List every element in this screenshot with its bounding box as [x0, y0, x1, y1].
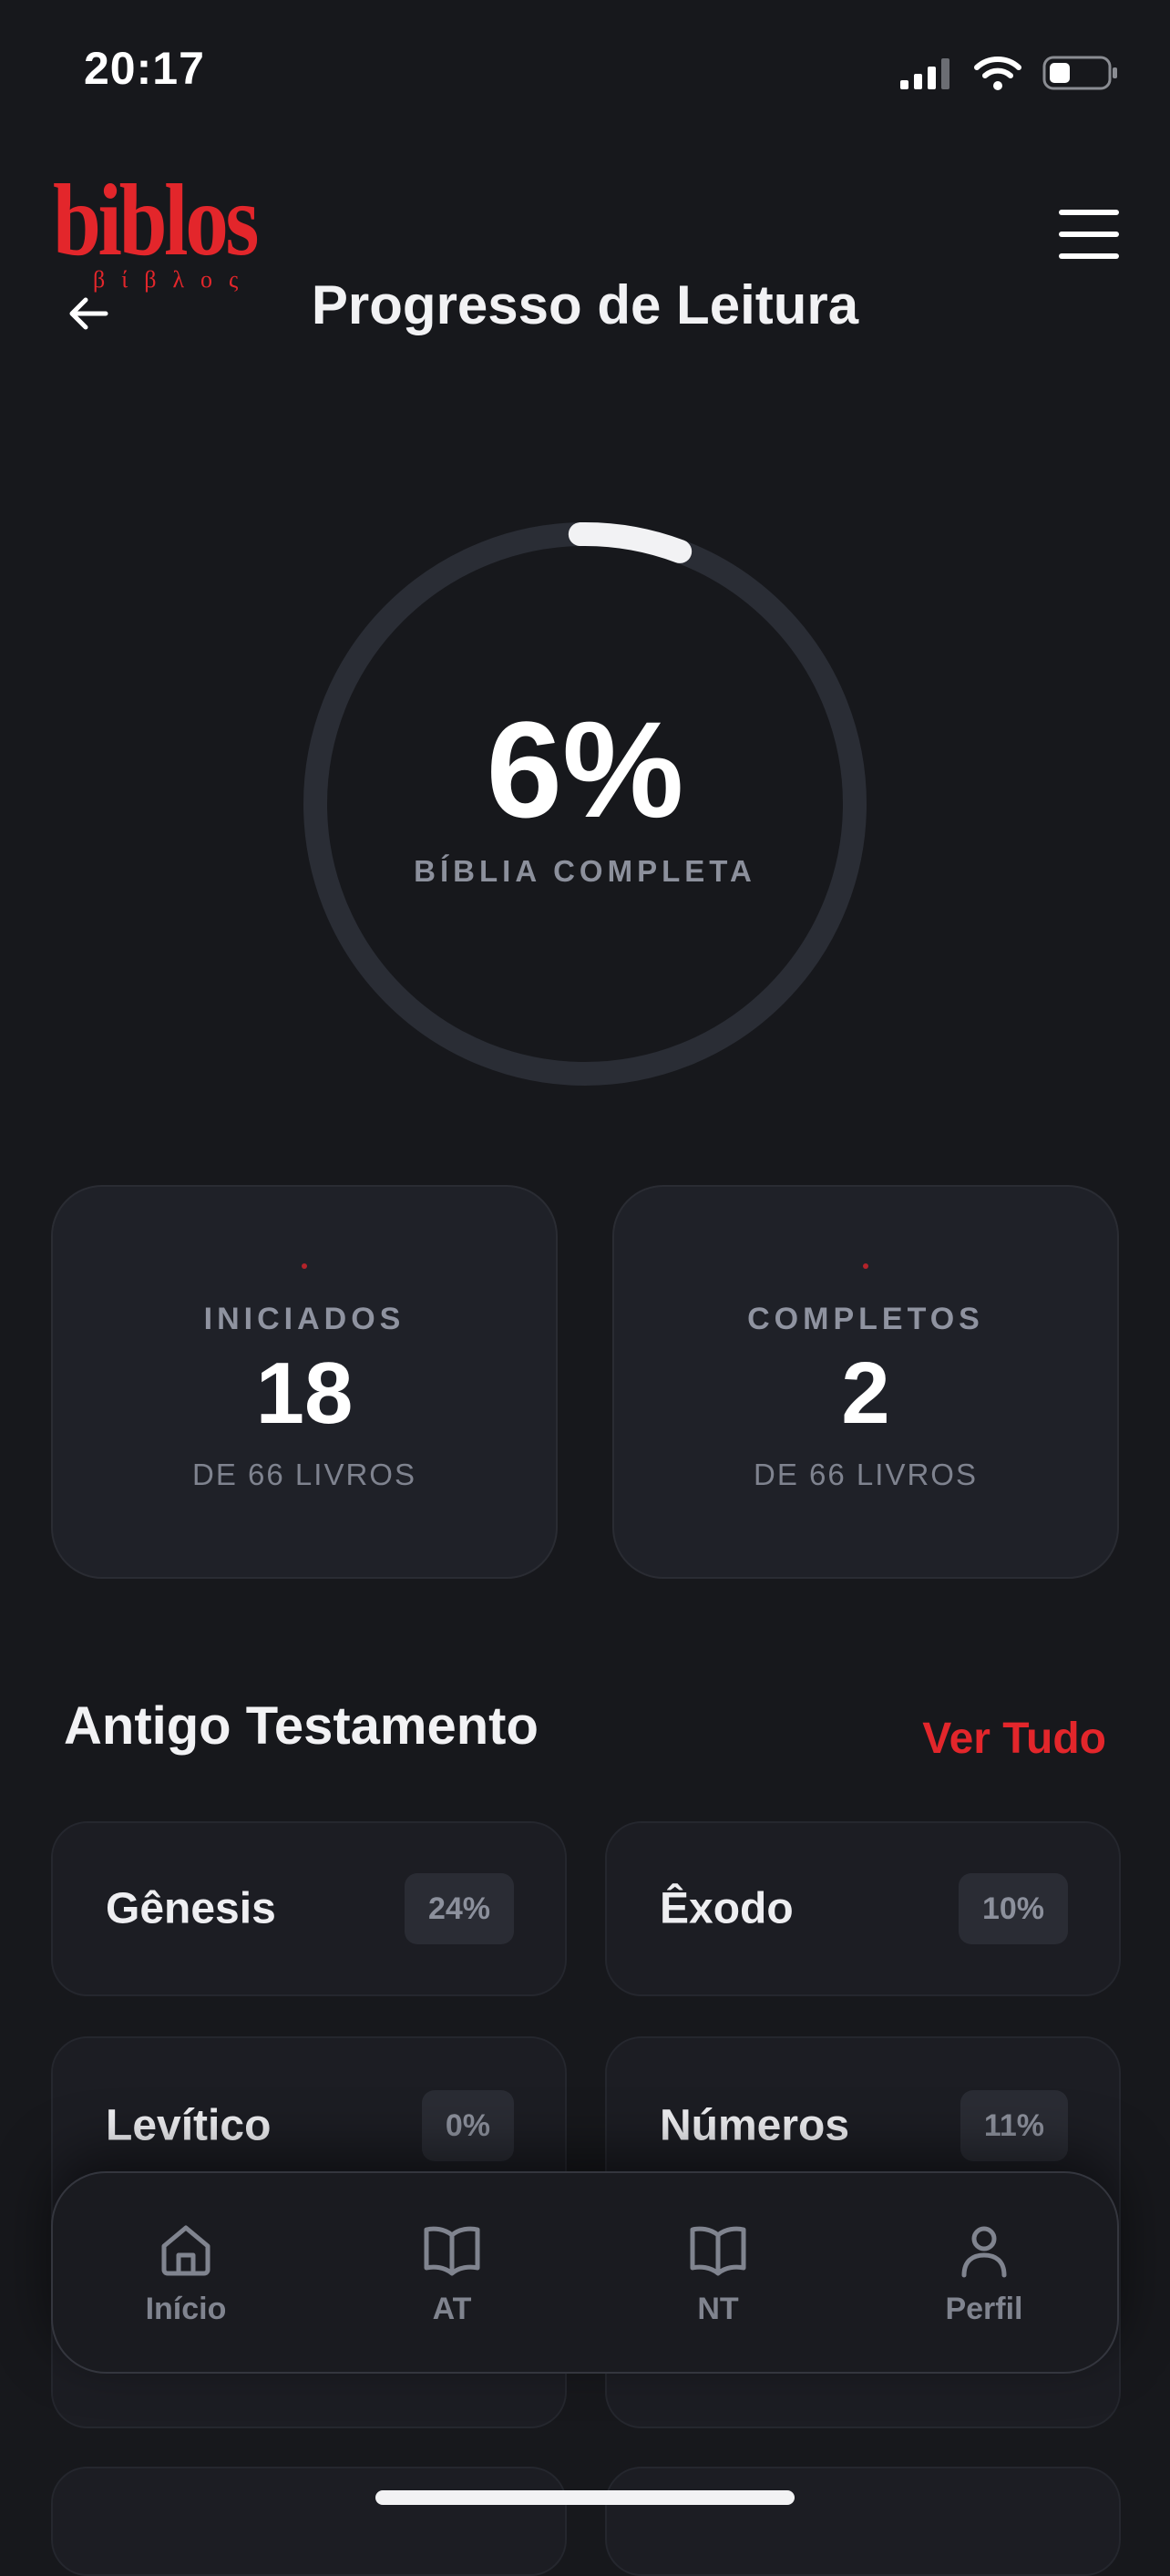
- stat-label: COMPLETOS: [747, 1302, 984, 1336]
- nav-item-old-testament[interactable]: AT: [352, 2219, 552, 2327]
- stat-label: INICIADOS: [203, 1302, 405, 1336]
- book-progress-badge: 11%: [960, 2090, 1068, 2161]
- nav-item-profile[interactable]: Perfil: [884, 2219, 1084, 2327]
- stat-subtext: DE 66 LIVROS: [192, 1458, 416, 1491]
- hamburger-icon-line: [1059, 253, 1119, 259]
- book-card-partial[interactable]: [605, 2467, 1121, 2576]
- book-name: Êxodo: [660, 1884, 794, 1933]
- nav-label: Início: [145, 2291, 227, 2326]
- see-all-link[interactable]: Ver Tudo: [922, 1714, 1106, 1764]
- battery-icon: [1042, 56, 1117, 90]
- book-open-icon: [690, 2226, 746, 2275]
- stat-value: 2: [841, 1345, 890, 1442]
- cellular-signal-icon: [900, 58, 949, 89]
- stat-indicator-dot: [302, 1263, 307, 1269]
- nav-label: NT: [697, 2291, 739, 2326]
- book-progress-badge: 0%: [421, 2090, 514, 2161]
- book-progress-badge: 10%: [958, 1873, 1068, 1944]
- home-indicator[interactable]: [375, 2490, 795, 2505]
- progress-summary: 6% BÍBLIA COMPLETA: [303, 521, 867, 1087]
- book-card-partial[interactable]: [51, 2467, 567, 2576]
- section-title: Antigo Testamento: [64, 1696, 539, 1756]
- book-progress-badge: 24%: [404, 1873, 514, 1944]
- nav-item-home[interactable]: Início: [86, 2219, 286, 2327]
- book-card-exodus[interactable]: Êxodo 10%: [605, 1821, 1121, 1996]
- book-name: Gênesis: [106, 1884, 276, 1933]
- stat-subtext: DE 66 LIVROS: [754, 1458, 978, 1491]
- progress-percent: 6%: [486, 693, 684, 846]
- nav-label: AT: [432, 2291, 472, 2326]
- progress-label: BÍBLIA COMPLETA: [414, 854, 756, 888]
- book-card-genesis[interactable]: Gênesis 24%: [51, 1821, 567, 1996]
- book-open-icon: [424, 2226, 480, 2275]
- nav-item-new-testament[interactable]: NT: [618, 2219, 818, 2327]
- page-title: Progresso de Leitura: [311, 274, 859, 335]
- nav-label: Perfil: [945, 2291, 1023, 2326]
- book-name: Levítico: [106, 2101, 272, 2150]
- hamburger-icon-line: [1059, 210, 1119, 215]
- stat-indicator-dot: [863, 1263, 868, 1269]
- bottom-nav: Início AT NT Perfil: [51, 2171, 1119, 2374]
- stat-card-completed: COMPLETOS 2 DE 66 LIVROS: [612, 1185, 1119, 1579]
- status-time: 20:17: [84, 43, 205, 94]
- user-icon: [961, 2226, 1007, 2277]
- home-icon: [161, 2225, 210, 2275]
- hamburger-icon-line: [1059, 232, 1119, 237]
- stat-value: 18: [255, 1345, 354, 1442]
- wifi-icon: [974, 57, 1021, 90]
- status-icons: [898, 51, 1119, 95]
- logo-text: biblos: [53, 164, 259, 277]
- menu-button[interactable]: [1059, 210, 1119, 259]
- stat-card-started: INICIADOS 18 DE 66 LIVROS: [51, 1185, 558, 1579]
- book-name: Números: [660, 2101, 850, 2150]
